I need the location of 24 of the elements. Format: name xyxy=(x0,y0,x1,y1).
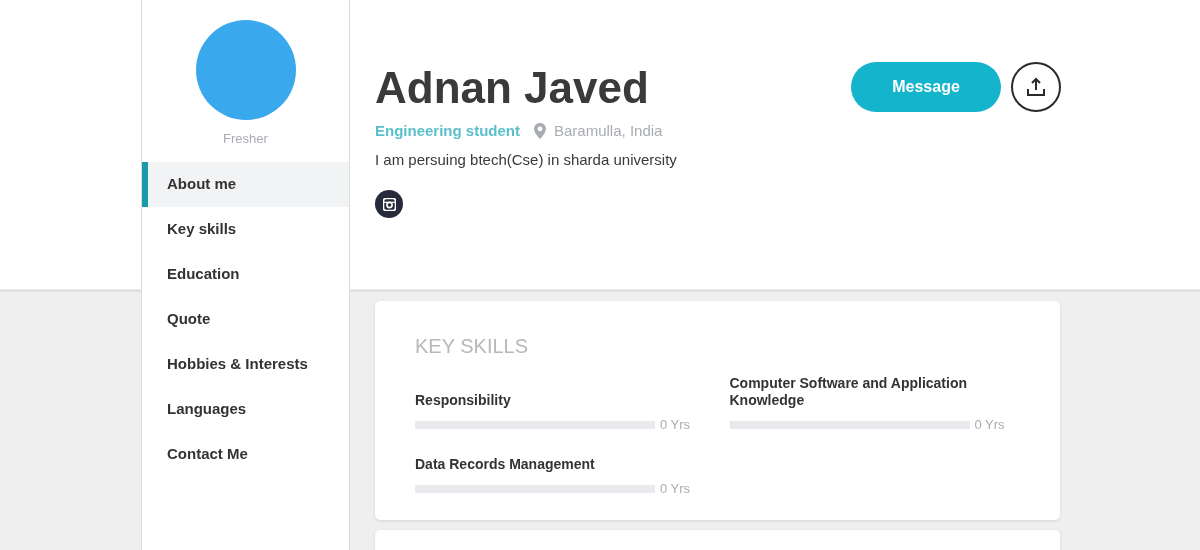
skill-name: Data Records Management xyxy=(415,456,596,474)
sidebar-item[interactable]: Hobbies & Interests xyxy=(142,341,349,387)
skill-years: 0 Yrs xyxy=(660,480,691,499)
instagram-link[interactable] xyxy=(375,190,403,218)
profile-location: Baramulla, India xyxy=(554,121,663,141)
sidebar-item[interactable]: About me xyxy=(142,161,349,207)
profile-status: Fresher xyxy=(223,130,268,148)
share-icon xyxy=(1026,77,1046,97)
section-title: KEY SKILLS xyxy=(415,333,530,359)
skill-years: 0 Yrs xyxy=(660,415,691,434)
sidebar-item[interactable]: Key skills xyxy=(142,206,349,252)
camera-icon xyxy=(382,197,396,211)
sidebar-item[interactable]: Contact Me xyxy=(142,431,349,477)
profile-headline: Engineering student xyxy=(375,121,520,141)
profile-name: Adnan Javed xyxy=(375,62,650,114)
sidebar-item[interactable]: Languages xyxy=(142,386,349,432)
skill-years: 0 Yrs xyxy=(974,415,1005,434)
skill-name: Computer Software and Application Knowledge xyxy=(729,374,968,409)
share-button[interactable] xyxy=(1011,62,1061,112)
profile-bio: I am persuing btech(Cse) in sharda university xyxy=(375,149,677,170)
skill-name: Responsibility xyxy=(415,391,512,409)
location-pin-icon xyxy=(534,123,546,140)
sidebar-item[interactable]: Quote xyxy=(142,296,349,342)
sidebar-item[interactable]: Education xyxy=(142,251,349,297)
